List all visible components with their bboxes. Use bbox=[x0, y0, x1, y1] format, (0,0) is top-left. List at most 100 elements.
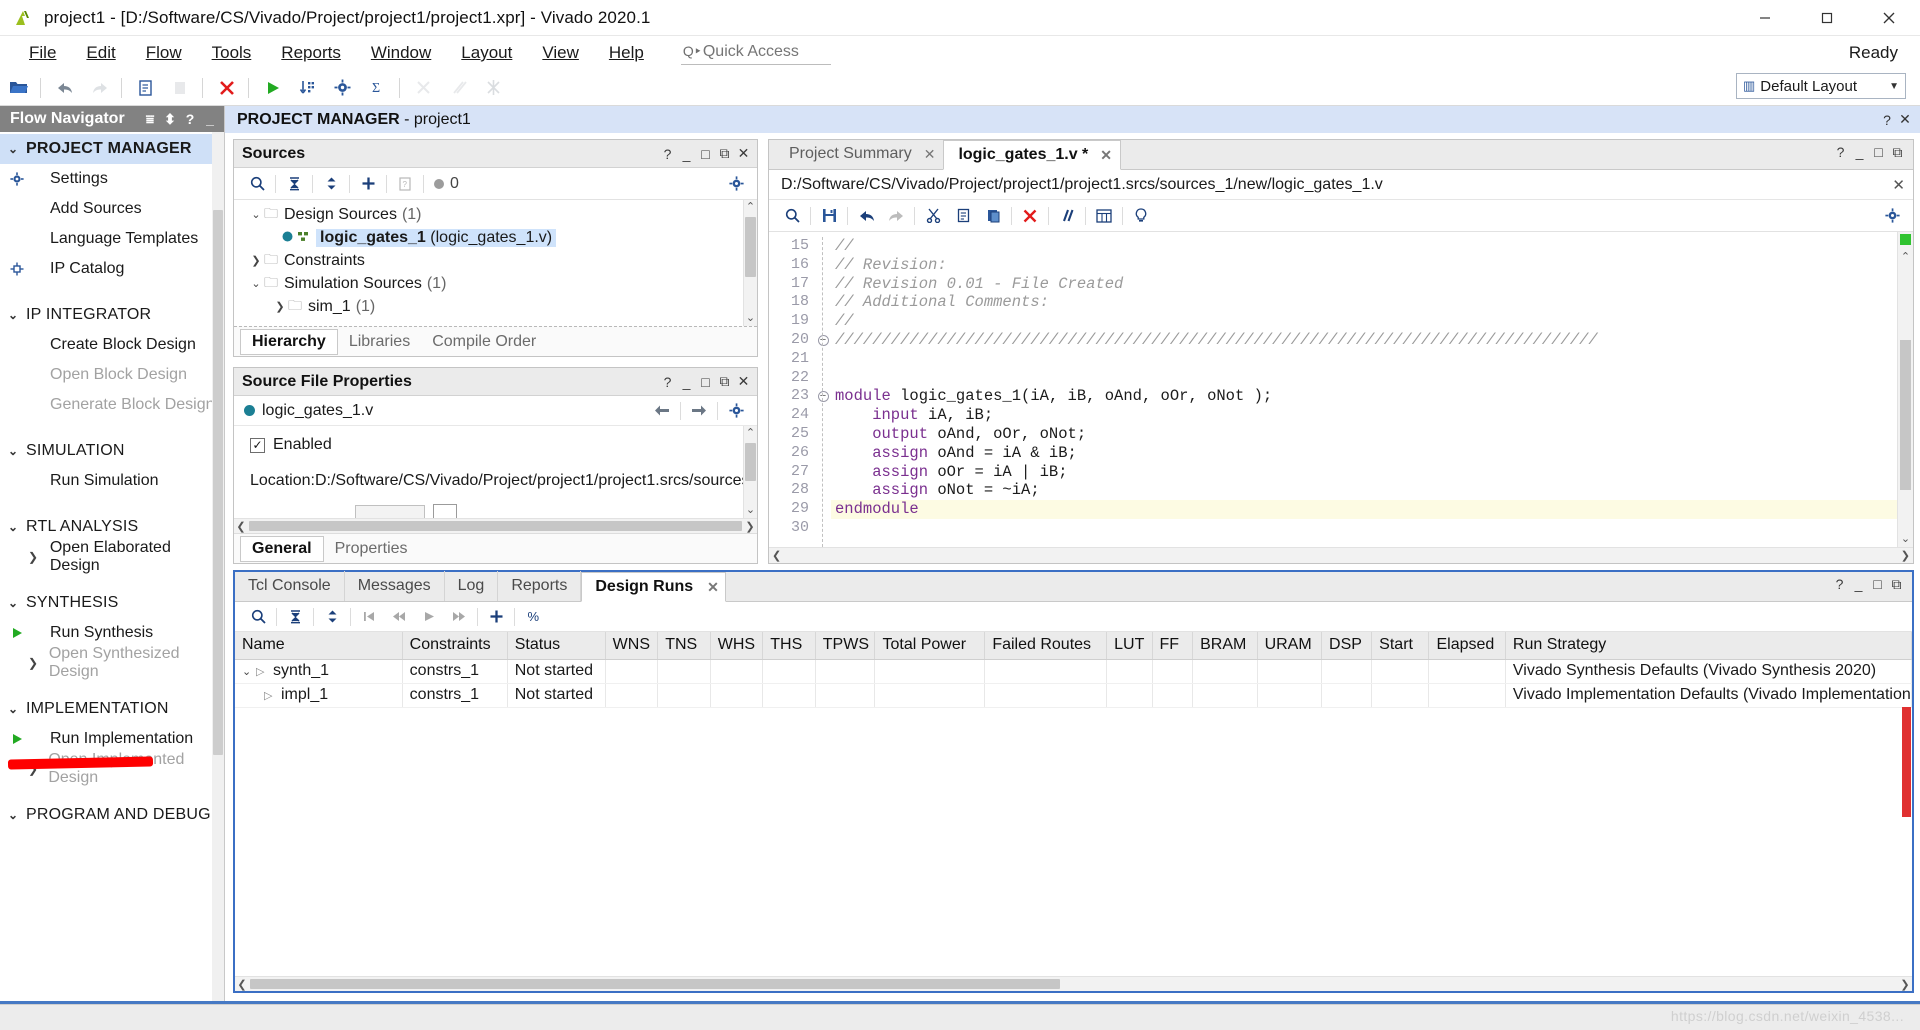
sidebar-item-open-elaborated-design[interactable]: ❯ Open Elaborated Design bbox=[0, 539, 224, 574]
report-timing-icon[interactable] bbox=[407, 73, 440, 103]
redo-icon[interactable] bbox=[881, 203, 911, 229]
menu-edit[interactable]: Edit bbox=[71, 39, 130, 67]
help-icon[interactable]: ? bbox=[180, 111, 200, 127]
copy-icon[interactable] bbox=[948, 203, 978, 229]
search-icon[interactable] bbox=[777, 203, 807, 229]
tree-node-sim-1[interactable]: ❯ 🗀 sim_1 (1) bbox=[234, 295, 757, 318]
design-runs-table-container[interactable]: Name Constraints Status WNS TNS WHS THS … bbox=[235, 632, 1912, 976]
sidebar-section-simulation[interactable]: ⌄ SIMULATION bbox=[0, 436, 224, 466]
enabled-checkbox-row[interactable]: ✓ Enabled bbox=[250, 436, 757, 454]
close-icon[interactable]: ✕ bbox=[924, 146, 936, 163]
type-dropdown[interactable] bbox=[355, 505, 425, 518]
tab-logic-gates-1-v[interactable]: logic_gates_1.v * ✕ bbox=[943, 140, 1122, 170]
play-icon[interactable] bbox=[414, 604, 444, 630]
scrollbar-thumb[interactable] bbox=[745, 217, 756, 277]
delete-icon[interactable] bbox=[210, 73, 243, 103]
minimize-icon[interactable]: _ bbox=[677, 146, 696, 162]
chevron-right-icon[interactable]: ❯ bbox=[248, 254, 264, 267]
paste-icon[interactable] bbox=[164, 73, 197, 103]
close-icon[interactable]: ✕ bbox=[1100, 147, 1112, 164]
help-icon[interactable]: ? bbox=[1831, 144, 1850, 161]
editor-horizontal-scrollbar[interactable]: ❮ ❯ bbox=[769, 547, 1913, 563]
report-power-icon[interactable] bbox=[442, 73, 475, 103]
hint-bulb-icon[interactable] bbox=[1126, 203, 1156, 229]
sidebar-section-implementation[interactable]: ⌄ IMPLEMENTATION bbox=[0, 694, 224, 724]
sidebar-section-program-and-debug[interactable]: ⌄ PROGRAM AND DEBUG bbox=[0, 800, 224, 830]
col-ff[interactable]: FF bbox=[1152, 632, 1194, 660]
sfp-horizontal-scrollbar[interactable]: ❮ ❯ bbox=[234, 518, 757, 533]
col-status[interactable]: Status bbox=[507, 632, 606, 660]
scroll-left-icon[interactable]: ❮ bbox=[772, 549, 781, 562]
hscrollbar-thumb[interactable] bbox=[249, 521, 742, 531]
tab-project-summary[interactable]: Project Summary ✕ bbox=[775, 139, 943, 169]
col-bram[interactable]: BRAM bbox=[1192, 632, 1258, 660]
sidebar-item-open-block-design[interactable]: Open Block Design bbox=[0, 360, 224, 390]
editor-settings-gear-icon[interactable] bbox=[1877, 203, 1907, 229]
expand-all-icon[interactable] bbox=[316, 171, 346, 197]
col-wns[interactable]: WNS bbox=[605, 632, 659, 660]
report-utilization-icon[interactable] bbox=[477, 73, 510, 103]
col-tns[interactable]: TNS bbox=[657, 632, 711, 660]
add-sources-icon[interactable] bbox=[353, 171, 383, 197]
maximize-icon[interactable]: □ bbox=[696, 374, 715, 390]
close-icon[interactable]: ✕ bbox=[1896, 111, 1914, 128]
scrollbar-thumb[interactable] bbox=[745, 443, 756, 481]
first-run-icon[interactable] bbox=[354, 604, 384, 630]
sfp-scrollbar[interactable]: ⌃ ⌄ bbox=[743, 426, 757, 518]
minimize-icon[interactable]: _ bbox=[677, 374, 696, 390]
col-dsp[interactable]: DSP bbox=[1321, 632, 1373, 660]
sum-sigma-icon[interactable]: Σ bbox=[361, 73, 394, 103]
search-icon[interactable] bbox=[242, 171, 272, 197]
prev-run-icon[interactable] bbox=[384, 604, 414, 630]
scroll-down-icon[interactable]: ⌄ bbox=[1900, 532, 1911, 545]
tab-reports[interactable]: Reports bbox=[498, 571, 582, 601]
table-row[interactable]: ⌄ ▷ synth_1 constrs_1 Not started Vivado… bbox=[235, 659, 1912, 684]
float-icon[interactable]: ⧉ bbox=[715, 373, 734, 390]
maximize-button[interactable] bbox=[1796, 0, 1858, 36]
float-icon[interactable]: ⧉ bbox=[1887, 576, 1906, 593]
back-arrow-icon[interactable] bbox=[647, 398, 677, 424]
scroll-right-icon[interactable]: ❯ bbox=[1901, 549, 1910, 562]
fold-collapse-icon[interactable]: − bbox=[817, 391, 829, 403]
expand-all-icon[interactable] bbox=[317, 604, 347, 630]
col-uram[interactable]: URAM bbox=[1257, 632, 1323, 660]
sidebar-item-create-block-design[interactable]: Create Block Design bbox=[0, 330, 224, 360]
hscrollbar-thumb[interactable] bbox=[250, 979, 1060, 989]
sidebar-scrollbar-thumb[interactable] bbox=[213, 210, 223, 755]
report-icon[interactable]: ? bbox=[390, 171, 420, 197]
close-icon[interactable]: ✕ bbox=[734, 373, 753, 390]
tab-hierarchy[interactable]: Hierarchy bbox=[240, 328, 338, 355]
close-icon[interactable]: ✕ bbox=[1892, 176, 1905, 194]
sidebar-section-project-manager[interactable]: ⌄ PROJECT MANAGER bbox=[0, 134, 224, 164]
help-icon[interactable]: ? bbox=[1830, 576, 1849, 593]
collapse-all-icon[interactable]: ⩸ bbox=[140, 111, 160, 128]
maximize-icon[interactable]: □ bbox=[1869, 144, 1888, 161]
tab-general[interactable]: General bbox=[240, 535, 324, 562]
message-count-badge[interactable]: 0 bbox=[427, 171, 465, 197]
code-area[interactable]: 15 16 17 18 19 20 21 22 23 24 25 26 27 2… bbox=[769, 232, 1913, 547]
sidebar-scrollbar[interactable] bbox=[212, 132, 224, 1001]
menu-window[interactable]: Window bbox=[356, 39, 446, 67]
tab-libraries[interactable]: Libraries bbox=[338, 330, 421, 354]
table-row[interactable]: ▷ impl_1 constrs_1 Not started Vivado Im… bbox=[235, 683, 1912, 708]
close-icon[interactable]: ✕ bbox=[734, 145, 753, 162]
copy-icon[interactable] bbox=[129, 73, 162, 103]
scroll-up-icon[interactable]: ⌃ bbox=[1900, 250, 1911, 263]
layout-selector[interactable]: ▥ Default Layout ▼ bbox=[1736, 73, 1906, 99]
sources-tree-scrollbar[interactable]: ⌃ ⌄ bbox=[743, 200, 757, 326]
editor-right-scrollbar[interactable]: ⌃ ⌄ bbox=[1897, 232, 1913, 547]
play-outline-icon[interactable]: ▷ bbox=[264, 689, 281, 702]
chevron-right-icon[interactable]: ❯ bbox=[272, 300, 288, 313]
help-icon[interactable]: ? bbox=[658, 374, 677, 390]
percent-icon[interactable]: % bbox=[518, 604, 548, 630]
sidebar-item-ip-catalog[interactable]: IP Catalog bbox=[0, 254, 224, 284]
scroll-down-icon[interactable]: ⌄ bbox=[746, 503, 755, 518]
sources-settings-gear-icon[interactable] bbox=[721, 171, 751, 197]
sidebar-item-language-templates[interactable]: Language Templates bbox=[0, 224, 224, 254]
col-start[interactable]: Start bbox=[1371, 632, 1430, 660]
tab-compile-order[interactable]: Compile Order bbox=[421, 330, 547, 354]
menu-reports[interactable]: Reports bbox=[266, 39, 356, 67]
redo-icon[interactable] bbox=[83, 73, 116, 103]
sidebar-item-run-implementation[interactable]: Run Implementation bbox=[0, 724, 224, 754]
tree-node-constraints[interactable]: ❯ 🗀 Constraints bbox=[234, 249, 757, 272]
